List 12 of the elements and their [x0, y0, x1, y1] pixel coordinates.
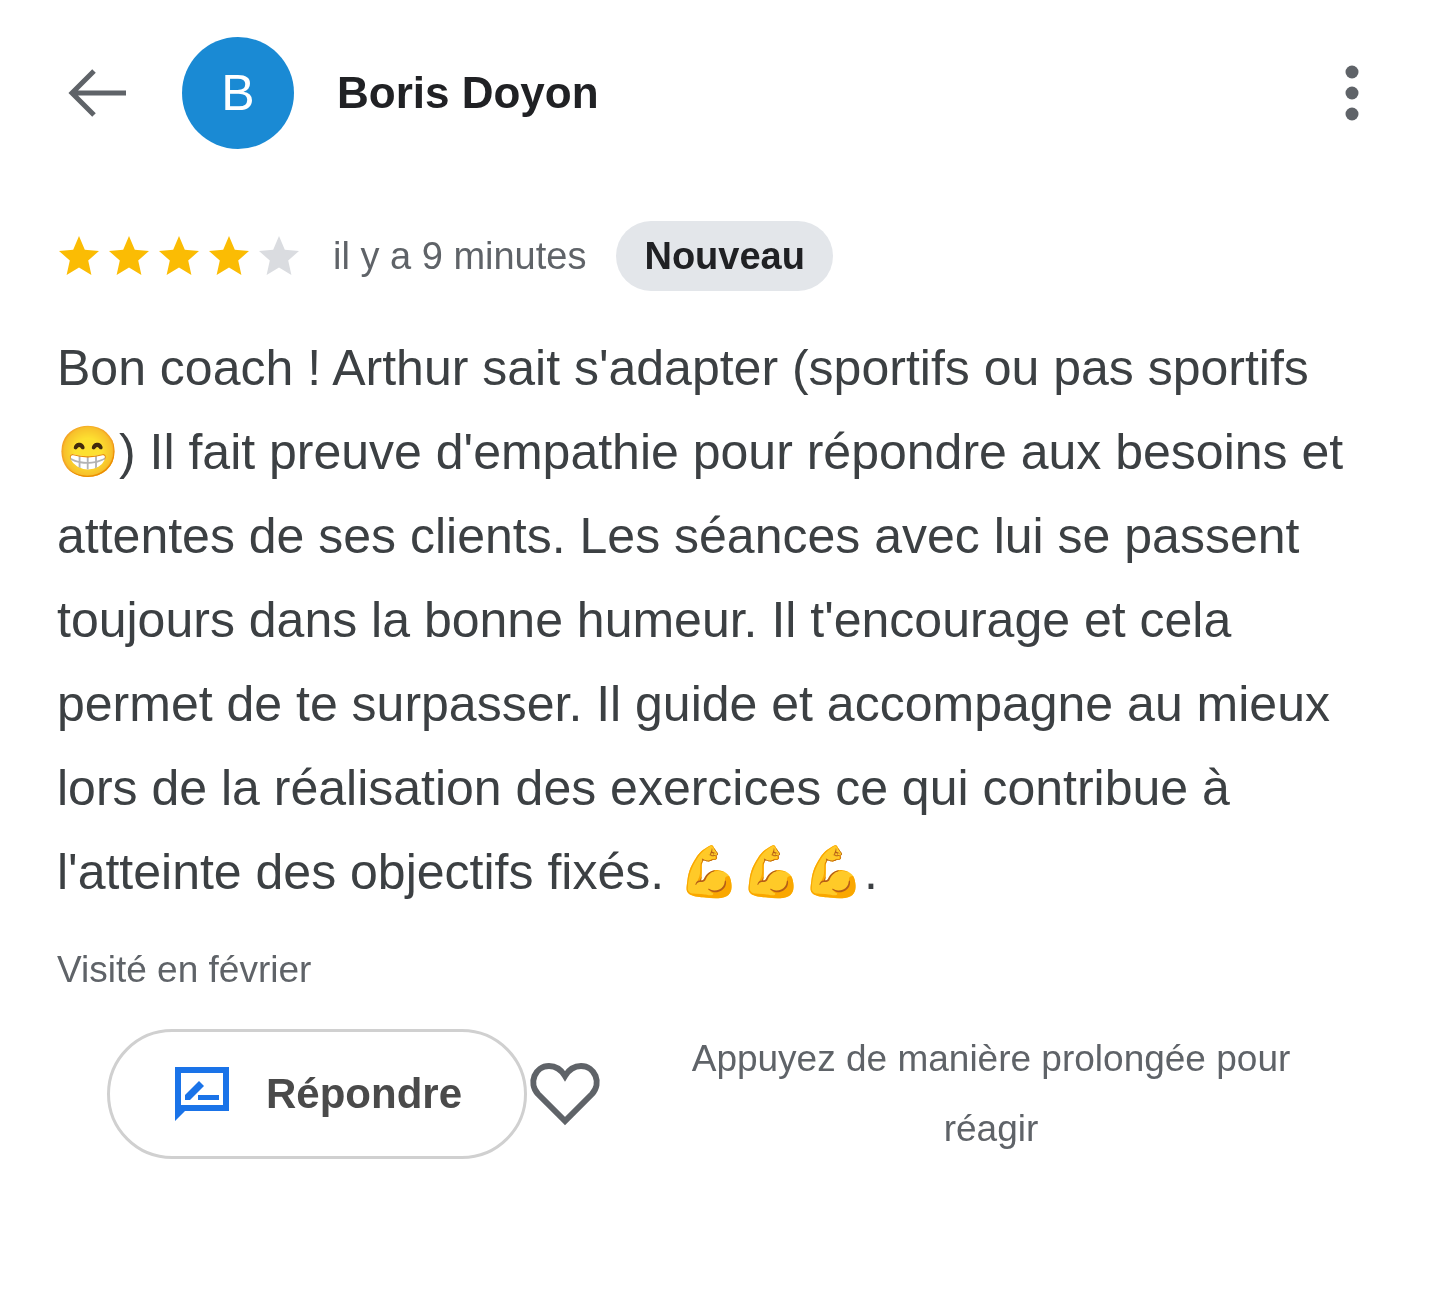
review-text: Bon coach ! Arthur sait s'adapter (sportifs ou pas sportifs 😁) Il fait preuve d'empathie pour répondre aux besoins et attentes de ses clients. Les séances avec lui se passent toujours dans la bonne humeur. Il t'encourage et cela permet de te surpasser. Il guide et accompagne au mieux lors de la réalisation des exercices ce qui contribue à l'atteinte des objectifs fixés. 💪💪💪.	[56, 339, 1345, 902]
avatar: B	[182, 37, 294, 149]
new-badge: Nouveau	[616, 221, 833, 291]
visit-date: Visité en février	[56, 948, 313, 992]
reply-button[interactable]: Répondre	[107, 1028, 527, 1159]
reaction-hint: Appuyez de manière prolongée pour réagir	[690, 1036, 1292, 1151]
more-options-icon[interactable]	[1344, 64, 1360, 122]
heart-icon[interactable]	[529, 1060, 601, 1127]
reply-icon	[172, 1064, 232, 1123]
review-time: il y a 9 minutes	[333, 233, 587, 279]
back-icon[interactable]	[66, 67, 128, 119]
reviewer-name: Boris Doyon	[337, 67, 599, 119]
